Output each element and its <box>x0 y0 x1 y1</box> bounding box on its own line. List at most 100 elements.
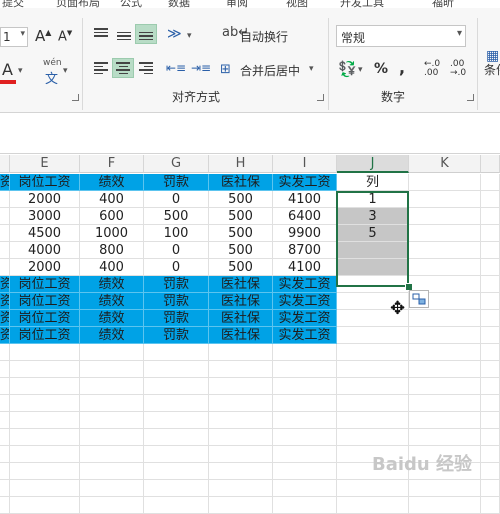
cell-col-k-r4[interactable] <box>409 242 481 259</box>
decrease-decimal-button[interactable]: .00 →.0 <box>450 60 472 78</box>
cell-col-j-r9[interactable] <box>337 327 409 344</box>
increase-indent-button[interactable]: ⇥≡ <box>190 58 212 78</box>
chevron-down-icon[interactable]: ▾ <box>18 66 23 76</box>
cell-col-d-r17[interactable] <box>0 463 10 480</box>
cell-col-d-r15[interactable] <box>0 429 10 446</box>
increase-decimal-button[interactable]: ←.0 .00 <box>424 60 446 78</box>
cell-col-l-r14[interactable] <box>481 412 500 429</box>
cell-col-g-r16[interactable] <box>144 446 209 463</box>
cell-col-i-r15[interactable] <box>273 429 337 446</box>
cell-col-j-r14[interactable] <box>337 412 409 429</box>
decrease-indent-button[interactable]: ⇤≡ <box>165 58 187 78</box>
font-color-button[interactable]: A <box>0 60 16 84</box>
cell-col-g-r9[interactable]: 罚款 <box>144 327 209 344</box>
cell-col-e-r16[interactable] <box>10 446 80 463</box>
cell-col-h-r1[interactable]: 500 <box>209 191 273 208</box>
column-header-k[interactable]: K <box>409 155 481 173</box>
cell-col-f-r13[interactable] <box>80 395 144 412</box>
cell-col-e-r2[interactable]: 3000 <box>10 208 80 225</box>
cell-col-f-r15[interactable] <box>80 429 144 446</box>
cell-col-g-r17[interactable] <box>144 463 209 480</box>
cell-col-l-r18[interactable] <box>481 480 500 497</box>
cell-col-e-r0[interactable]: 岗位工资 <box>10 174 80 191</box>
cell-col-i-r16[interactable] <box>273 446 337 463</box>
cell-col-l-r5[interactable] <box>481 259 500 276</box>
cell-col-g-r15[interactable] <box>144 429 209 446</box>
cell-col-j-r11[interactable] <box>337 361 409 378</box>
cell-col-l-r17[interactable] <box>481 463 500 480</box>
cell-col-i-r3[interactable]: 9900 <box>273 225 337 242</box>
cell-col-j-r18[interactable] <box>337 480 409 497</box>
cell-col-e-r12[interactable] <box>10 378 80 395</box>
cell-col-k-r11[interactable] <box>409 361 481 378</box>
cell-col-d-r10[interactable] <box>0 344 10 361</box>
cell-col-g-r7[interactable]: 罚款 <box>144 293 209 310</box>
cell-col-k-r15[interactable] <box>409 429 481 446</box>
cell-col-f-r0[interactable]: 绩效 <box>80 174 144 191</box>
comma-button[interactable]: , <box>399 58 405 77</box>
cell-col-i-r11[interactable] <box>273 361 337 378</box>
cell-col-g-r6[interactable]: 罚款 <box>144 276 209 293</box>
cell-col-g-r10[interactable] <box>144 344 209 361</box>
cell-col-h-r0[interactable]: 医社保 <box>209 174 273 191</box>
cell-col-g-r0[interactable]: 罚款 <box>144 174 209 191</box>
cell-col-l-r16[interactable] <box>481 446 500 463</box>
cell-col-d-r1[interactable] <box>0 191 10 208</box>
cell-col-j-r0[interactable]: 列 <box>337 174 409 191</box>
column-header-e[interactable]: E <box>10 155 80 173</box>
wrap-text-button[interactable]: 自动换行 <box>240 28 288 45</box>
cell-col-l-r2[interactable] <box>481 208 500 225</box>
chevron-down-icon[interactable]: ▾ <box>358 65 363 75</box>
cell-col-f-r2[interactable]: 600 <box>80 208 144 225</box>
cell-col-i-r9[interactable]: 实发工资 <box>273 327 337 344</box>
cell-col-f-r16[interactable] <box>80 446 144 463</box>
cell-col-d-r9[interactable]: 资 <box>0 327 10 344</box>
cell-col-i-r5[interactable]: 4100 <box>273 259 337 276</box>
column-header-j[interactable]: J <box>337 155 409 173</box>
cell-col-h-r13[interactable] <box>209 395 273 412</box>
cell-col-i-r18[interactable] <box>273 480 337 497</box>
cell-col-f-r4[interactable]: 800 <box>80 242 144 259</box>
align-center-button[interactable] <box>112 58 134 78</box>
cell-col-k-r14[interactable] <box>409 412 481 429</box>
column-header-f[interactable]: F <box>80 155 144 173</box>
cell-col-h-r11[interactable] <box>209 361 273 378</box>
cell-col-h-r2[interactable]: 500 <box>209 208 273 225</box>
cell-col-l-r9[interactable] <box>481 327 500 344</box>
cell-col-f-r8[interactable]: 绩效 <box>80 310 144 327</box>
cell-col-e-r9[interactable]: 岗位工资 <box>10 327 80 344</box>
cell-col-d-r7[interactable]: 资 <box>0 293 10 310</box>
cell-col-e-r13[interactable] <box>10 395 80 412</box>
align-middle-button[interactable] <box>113 24 135 44</box>
cell-col-j-r15[interactable] <box>337 429 409 446</box>
column-header[interactable] <box>0 155 10 173</box>
percent-button[interactable]: % <box>374 61 388 77</box>
cell-col-i-r13[interactable] <box>273 395 337 412</box>
column-header-h[interactable]: H <box>209 155 273 173</box>
cell-col-l-r3[interactable] <box>481 225 500 242</box>
phonetic-button[interactable]: wén <box>43 58 62 68</box>
cell-col-d-r13[interactable] <box>0 395 10 412</box>
cell-col-k-r3[interactable] <box>409 225 481 242</box>
cell-col-g-r4[interactable]: 0 <box>144 242 209 259</box>
cell-col-l-r15[interactable] <box>481 429 500 446</box>
cell-col-k-r10[interactable] <box>409 344 481 361</box>
cell-col-e-r15[interactable] <box>10 429 80 446</box>
column-header-g[interactable]: G <box>144 155 209 173</box>
cell-col-d-r6[interactable]: 资 <box>0 276 10 293</box>
cell-col-f-r14[interactable] <box>80 412 144 429</box>
cell-col-f-r1[interactable]: 400 <box>80 191 144 208</box>
cell-col-f-r3[interactable]: 1000 <box>80 225 144 242</box>
align-bottom-button[interactable] <box>135 24 157 44</box>
cell-col-k-r18[interactable] <box>409 480 481 497</box>
cell-col-k-r12[interactable] <box>409 378 481 395</box>
quick-analysis-button[interactable] <box>409 290 429 308</box>
cell-col-d-r2[interactable] <box>0 208 10 225</box>
cell-col-l-r11[interactable] <box>481 361 500 378</box>
cell-col-e-r14[interactable] <box>10 412 80 429</box>
cell-col-i-r12[interactable] <box>273 378 337 395</box>
cell-col-e-r17[interactable] <box>10 463 80 480</box>
cell-col-g-r12[interactable] <box>144 378 209 395</box>
cell-col-e-r11[interactable] <box>10 361 80 378</box>
cell-col-k-r2[interactable] <box>409 208 481 225</box>
